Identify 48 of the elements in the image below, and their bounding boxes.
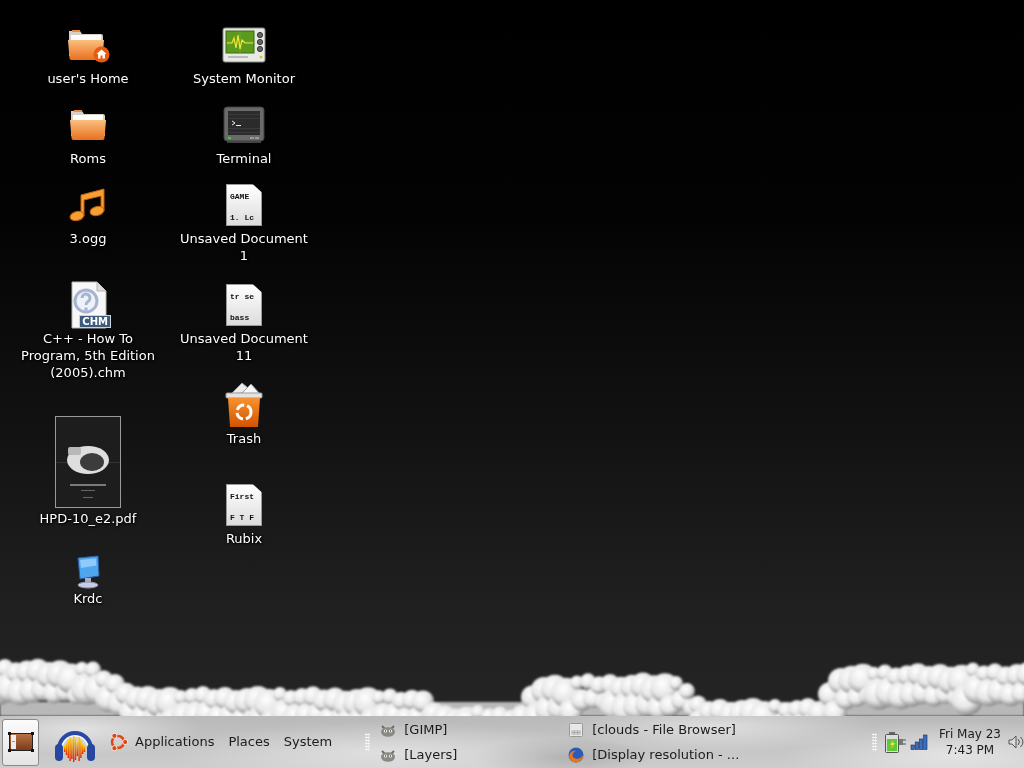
icon-label[interactable]: Roms — [70, 150, 106, 167]
menu-item[interactable]: Applications — [106, 729, 222, 755]
speaker-icon[interactable] — [1008, 734, 1024, 750]
thumbnail-text: tr se — [230, 292, 254, 301]
menu-item[interactable]: System — [276, 729, 340, 755]
home-folder-icon[interactable] — [66, 27, 110, 63]
panel-grip-handle[interactable] — [365, 733, 371, 751]
icon-label[interactable]: Rubix — [225, 530, 263, 547]
folder-icon[interactable] — [68, 107, 108, 143]
icon-label[interactable]: System Monitor — [193, 70, 295, 87]
icon-label[interactable]: HPD-10_e2.pdf — [39, 510, 137, 527]
trash-icon[interactable] — [223, 381, 265, 429]
icon-label[interactable]: user's Home — [47, 70, 129, 87]
window-list-item[interactable]: [Layers] — [376, 742, 458, 767]
icon-label[interactable]: C++ - How To Program, 5th Edition (2005).chm — [20, 330, 156, 381]
show-desktop-button[interactable] — [2, 718, 39, 766]
window-list-item[interactable]: [GIMP] — [376, 717, 448, 742]
computer-monitor-icon[interactable] — [74, 555, 102, 589]
battery-icon[interactable] — [882, 730, 906, 754]
thumbnail-text: F T F — [230, 513, 254, 522]
oscilloscope-icon[interactable] — [222, 27, 266, 63]
thumbnail-text: bass — [230, 313, 250, 322]
document-thumbnail[interactable] — [55, 416, 121, 508]
thumbnail-text: GAME — [230, 192, 250, 201]
icon-label[interactable]: Unsaved Document 1 — [176, 230, 312, 264]
icon-label[interactable]: Unsaved Document 11 — [176, 330, 312, 364]
globe-icon — [568, 746, 585, 763]
document-thumbnail[interactable]: tr se bass — [226, 284, 262, 326]
icon-label[interactable]: Trash — [226, 430, 262, 447]
panel-grip-handle[interactable] — [872, 733, 877, 751]
clock-button[interactable]: Fri May 23 7:43 PM — [934, 726, 1006, 758]
window-list-item[interactable]: [clouds - File Browser] — [564, 717, 736, 742]
thumbnail-text: 1. Lc — [230, 213, 254, 222]
signal-bars-icon[interactable] — [910, 734, 928, 750]
music-note-icon[interactable] — [68, 187, 108, 223]
file-type-tag: CHM — [79, 315, 111, 328]
window-list-item[interactable]: [Display resolution - ... — [564, 742, 740, 767]
icon-label[interactable]: Krdc — [73, 590, 103, 607]
menu-item[interactable]: Places — [221, 729, 277, 755]
drawer-icon — [568, 721, 585, 738]
document-thumbnail[interactable]: First F T F — [226, 484, 262, 526]
document-thumbnail[interactable]: GAME 1. Lc — [226, 184, 262, 226]
icon-label[interactable]: Terminal — [216, 150, 272, 167]
thumbnail-text: First — [230, 492, 254, 501]
desktop-picture-icon[interactable] — [7, 731, 34, 753]
ring-logo-icon — [108, 732, 128, 752]
terminal-icon[interactable] — [223, 106, 265, 144]
icon-label[interactable]: 3.ogg — [69, 230, 107, 247]
